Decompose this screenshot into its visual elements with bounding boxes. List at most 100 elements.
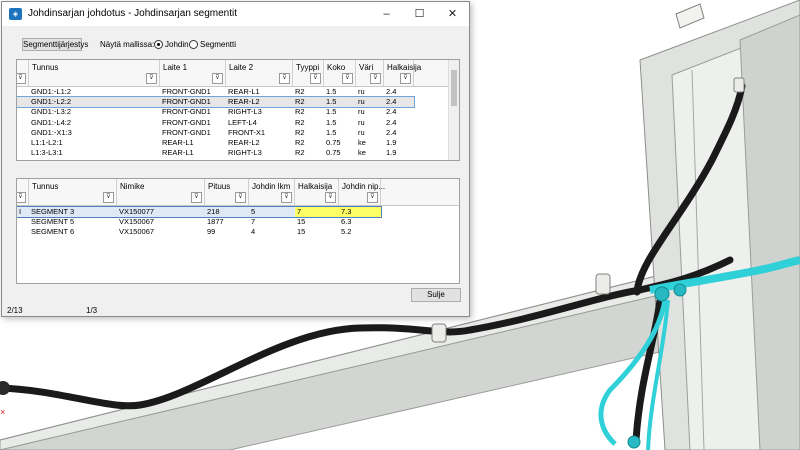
- wires-scrollbar-thumb[interactable]: [451, 70, 457, 106]
- filter-icon[interactable]: ⊽: [103, 192, 114, 203]
- wire-row[interactable]: L1:1-L2:1 REAR-L1 REAR-L2 R2 0.75 ke 1.9: [17, 138, 414, 148]
- segments-column-header[interactable]: Nimike ⊽: [117, 179, 205, 205]
- wires-cell: R2: [295, 138, 305, 147]
- wires-grid[interactable]: ⊽ Tunnus ⊽ Laite 1 ⊽ Laite 2 ⊽ Tyyppi ⊽ Koko ⊽ Väri…: [16, 59, 460, 161]
- filter-icon[interactable]: ⊽: [400, 73, 411, 84]
- wires-cell: ru: [358, 87, 365, 96]
- segment-order-button[interactable]: Segmenttijärjestys: [22, 38, 88, 51]
- filter-icon[interactable]: ⊽: [367, 192, 378, 203]
- segments-cell: 7.3: [339, 207, 381, 217]
- wires-column-label: Laite 1: [163, 63, 188, 72]
- segments-column-label: Halkaisija: [298, 182, 333, 191]
- wires-cell: 1.9: [386, 148, 397, 158]
- close-button[interactable]: Sulje: [411, 288, 461, 302]
- wires-column-header[interactable]: Koko ⊽: [324, 60, 356, 86]
- wires-cell: ke: [358, 138, 366, 147]
- wires-column-label: Tunnus: [32, 63, 59, 72]
- segments-cell: 5.2: [341, 227, 352, 237]
- filter-icon[interactable]: ⊽: [281, 192, 292, 203]
- segments-header-indicator: ⊽: [17, 179, 29, 205]
- wires-scrollbar[interactable]: [448, 60, 459, 160]
- radio-segment-label[interactable]: Segmentti: [200, 40, 236, 49]
- close-icon[interactable]: ✕: [436, 2, 469, 26]
- wire-row[interactable]: GND1:-L2:2 FRONT-GND1 REAR-L2 R2 1.5 ru 2.4: [17, 96, 415, 109]
- segments-cell: 4: [251, 227, 256, 237]
- app-logo-icon: ◈: [9, 8, 22, 20]
- filter-icon[interactable]: ⊽: [191, 192, 202, 203]
- filter-icon[interactable]: ⊽: [279, 73, 290, 84]
- segments-dialog: ◈ Johdinsarjan johdotus - Johdinsarjan s…: [1, 1, 470, 317]
- wires-column-header[interactable]: Tyyppi ⊽: [293, 60, 324, 86]
- wires-cell: ru: [358, 97, 365, 107]
- wires-cell: 0.75: [326, 138, 341, 147]
- filter-icon[interactable]: ⊽: [370, 73, 381, 84]
- wires-column-header[interactable]: Laite 2 ⊽: [226, 60, 293, 86]
- wires-cell: 0.75: [326, 148, 341, 158]
- radio-segment[interactable]: [189, 40, 198, 49]
- filter-icon[interactable]: ⊽: [212, 73, 223, 84]
- cyan-connector-3: [627, 435, 641, 449]
- filter-icon[interactable]: ⊽: [310, 73, 321, 84]
- wires-cell: R2: [295, 127, 305, 137]
- cable-clip-1: [431, 323, 447, 343]
- row-marker: I: [19, 207, 22, 216]
- segments-cell: SEGMENT 6: [31, 227, 75, 237]
- wires-column-label: Väri: [359, 63, 374, 72]
- segments-cell: SEGMENT 3: [31, 207, 75, 216]
- wires-cell: R2: [295, 87, 305, 96]
- segments-cell: 15: [297, 227, 306, 237]
- filter-icon[interactable]: ⊽: [17, 73, 26, 84]
- cyan-connector-2: [673, 283, 687, 297]
- segment-row[interactable]: SEGMENT 5 VX150067 1877 7 15 6.3: [17, 217, 381, 227]
- wires-cell: L1:1-L2:1: [31, 138, 63, 147]
- wire-row[interactable]: L1:3-L3:1 REAR-L1 RIGHT-L3 R2 0.75 ke 1.9: [17, 148, 414, 158]
- wires-column-header[interactable]: Väri ⊽: [356, 60, 384, 86]
- wires-cell: GND1:-L1:2: [31, 87, 72, 96]
- wires-column-header[interactable]: Laite 1 ⊽: [160, 60, 226, 86]
- wires-cell: 2.4: [386, 97, 397, 107]
- wires-cell: REAR-L2: [228, 97, 260, 107]
- cyan-connector: [654, 286, 670, 302]
- wire-row[interactable]: GND1:-L1:2 FRONT-GND1 REAR-L1 R2 1.5 ru 2.4: [17, 87, 414, 97]
- wire-row[interactable]: GND1:-L4:2 FRONT-GND1 LEFT-L4 R2 1.5 ru 2.4: [17, 118, 414, 128]
- wires-column-header[interactable]: Halkaisija ⊽: [384, 60, 421, 86]
- minimize-icon[interactable]: –: [370, 2, 403, 26]
- wires-cell: R2: [295, 117, 305, 127]
- wires-cell: 1.9: [386, 138, 397, 147]
- wires-column-header[interactable]: Tunnus ⊽: [29, 60, 160, 86]
- segment-row[interactable]: I SEGMENT 3 VX150077 218 5 7 7.3: [17, 206, 382, 218]
- wires-cell: REAR-L1: [162, 148, 194, 158]
- radio-wire-label[interactable]: Johdin: [165, 40, 189, 49]
- wires-cell: ru: [358, 107, 365, 117]
- segments-column-label: Tunnus: [32, 182, 59, 191]
- wires-cell: GND1:-L3:2: [31, 107, 72, 117]
- show-in-model-label: Näytä mallissa:: [100, 40, 155, 49]
- filter-icon[interactable]: ⊽: [146, 73, 157, 84]
- segment-row[interactable]: SEGMENT 6 VX150067 99 4 15 5.2: [17, 227, 381, 237]
- top-clip: [675, 3, 705, 29]
- wires-column-label: Koko: [327, 63, 346, 72]
- wires-cell: FRONT-GND1: [162, 87, 211, 96]
- filter-icon[interactable]: ⊽: [235, 192, 246, 203]
- segments-column-label: Johdin nip...: [342, 182, 386, 191]
- segments-cell: 7: [251, 217, 256, 227]
- wire-row[interactable]: GND1:-X1:3 FRONT-GND1 FRONT-X1 R2 1.5 ru 2.4: [17, 128, 414, 138]
- maximize-icon[interactable]: ☐: [403, 2, 436, 26]
- segments-column-label: Pituus: [208, 182, 231, 191]
- wires-cell: FRONT-GND1: [162, 127, 211, 137]
- segments-column-header[interactable]: Tunnus ⊽: [29, 179, 117, 205]
- segments-column-header[interactable]: Johdin lkm ⊽: [249, 179, 295, 205]
- segments-column-header[interactable]: Johdin nip... ⊽: [339, 179, 385, 205]
- wires-cell: 2.4: [386, 117, 397, 127]
- wire-row[interactable]: GND1:-L3:2 FRONT-GND1 RIGHT-L3 R2 1.5 ru 2.4: [17, 107, 414, 117]
- segments-column-header[interactable]: Halkaisija ⊽: [295, 179, 339, 205]
- segments-cell: 1877: [207, 217, 224, 227]
- segments-column-header[interactable]: Pituus ⊽: [205, 179, 249, 205]
- title-bar: ◈ Johdinsarjan johdotus - Johdinsarjan s…: [2, 2, 469, 26]
- filter-icon[interactable]: ⊽: [325, 192, 336, 203]
- segments-grid[interactable]: ⊽ Tunnus ⊽ Nimike ⊽ Pituus ⊽ Johdin lkm ⊽ Halkais…: [16, 178, 460, 284]
- filter-icon[interactable]: ⊽: [342, 73, 353, 84]
- wires-cell: GND1:-L2:2: [31, 97, 72, 107]
- filter-icon[interactable]: ⊽: [17, 192, 26, 203]
- radio-wire[interactable]: [154, 40, 163, 49]
